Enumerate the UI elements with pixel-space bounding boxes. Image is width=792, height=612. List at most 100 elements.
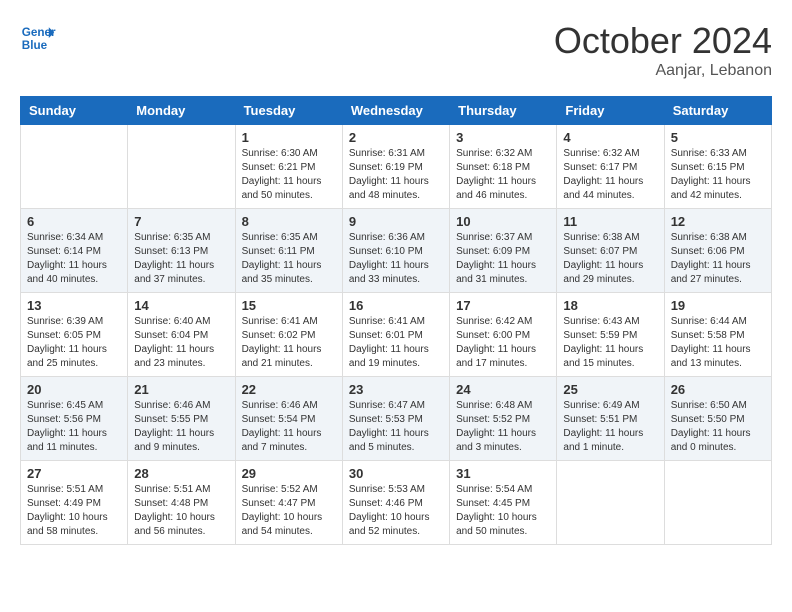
day-number: 24 <box>456 382 550 397</box>
day-info: Sunrise: 6:35 AMSunset: 6:11 PMDaylight:… <box>242 231 336 287</box>
calendar-cell: 13 Sunrise: 6:39 AMSunset: 6:05 PMDayligh… <box>21 293 128 377</box>
weekday-header-wednesday: Wednesday <box>342 97 449 125</box>
calendar-cell <box>557 461 664 545</box>
day-info: Sunrise: 6:45 AMSunset: 5:56 PMDaylight:… <box>27 399 121 455</box>
day-number: 28 <box>134 466 228 481</box>
calendar-cell: 18Sunrise: 6:43 AMSunset: 5:59 PMDayligh… <box>557 293 664 377</box>
calendar-cell: 21 Sunrise: 6:46 AMSunset: 5:55 PMDayligh… <box>128 377 235 461</box>
day-info: Sunrise: 6:41 AMSunset: 6:02 PMDaylight:… <box>242 315 336 371</box>
day-info: Sunrise: 6:39 AMSunset: 6:05 PMDaylight:… <box>27 315 121 371</box>
calendar-cell: 17 Sunrise: 6:42 AMSunset: 6:00 PMDayligh… <box>450 293 557 377</box>
logo-icon: General Blue <box>20 20 56 56</box>
weekday-header-tuesday: Tuesday <box>235 97 342 125</box>
day-number: 30 <box>349 466 443 481</box>
day-number: 4 <box>563 130 657 145</box>
day-number: 21 <box>134 382 228 397</box>
weekday-header-saturday: Saturday <box>664 97 771 125</box>
day-number: 10 <box>456 214 550 229</box>
day-number: 20 <box>27 382 121 397</box>
calendar-cell: 28Sunrise: 5:51 AMSunset: 4:48 PMDayligh… <box>128 461 235 545</box>
day-info: Sunrise: 6:30 AMSunset: 6:21 PMDaylight:… <box>242 147 336 203</box>
day-info: Sunrise: 6:38 AMSunset: 6:06 PMDaylight:… <box>671 231 765 287</box>
month-title: October 2024 <box>554 20 772 62</box>
calendar-cell: 19 Sunrise: 6:44 AMSunset: 5:58 PMDayligh… <box>664 293 771 377</box>
day-info: Sunrise: 6:33 AMSunset: 6:15 PMDaylight:… <box>671 147 765 203</box>
calendar-cell: 16 Sunrise: 6:41 AMSunset: 6:01 PMDayligh… <box>342 293 449 377</box>
day-info: Sunrise: 6:36 AMSunset: 6:10 PMDaylight:… <box>349 231 443 287</box>
day-number: 6 <box>27 214 121 229</box>
day-info: Sunrise: 6:41 AMSunset: 6:01 PMDaylight:… <box>349 315 443 371</box>
calendar-cell: 9 Sunrise: 6:36 AMSunset: 6:10 PMDaylight… <box>342 209 449 293</box>
calendar-cell: 5 Sunrise: 6:33 AMSunset: 6:15 PMDaylight… <box>664 125 771 209</box>
day-info: Sunrise: 6:48 AMSunset: 5:52 PMDaylight:… <box>456 399 550 455</box>
svg-text:Blue: Blue <box>22 39 48 52</box>
day-info: Sunrise: 5:52 AMSunset: 4:47 PMDaylight:… <box>242 483 336 539</box>
day-info: Sunrise: 6:38 AMSunset: 6:07 PMDaylight:… <box>563 231 657 287</box>
day-number: 5 <box>671 130 765 145</box>
day-number: 15 <box>242 298 336 313</box>
day-info: Sunrise: 6:32 AMSunset: 6:18 PMDaylight:… <box>456 147 550 203</box>
calendar-cell: 10 Sunrise: 6:37 AMSunset: 6:09 PMDayligh… <box>450 209 557 293</box>
weekday-header-friday: Friday <box>557 97 664 125</box>
day-number: 8 <box>242 214 336 229</box>
calendar-cell: 11 Sunrise: 6:38 AMSunset: 6:07 PMDayligh… <box>557 209 664 293</box>
day-info: Sunrise: 6:31 AMSunset: 6:19 PMDaylight:… <box>349 147 443 203</box>
calendar-cell: 20 Sunrise: 6:45 AMSunset: 5:56 PMDayligh… <box>21 377 128 461</box>
day-number: 19 <box>671 298 765 313</box>
day-number: 11 <box>563 214 657 229</box>
day-info: Sunrise: 6:46 AMSunset: 5:55 PMDaylight:… <box>134 399 228 455</box>
day-number: 17 <box>456 298 550 313</box>
day-info: Sunrise: 6:40 AMSunset: 6:04 PMDaylight:… <box>134 315 228 371</box>
calendar-cell: 30 Sunrise: 5:53 AMSunset: 4:46 PMDayligh… <box>342 461 449 545</box>
calendar-cell: 31Sunrise: 5:54 AMSunset: 4:45 PMDayligh… <box>450 461 557 545</box>
calendar-cell: 25Sunrise: 6:49 AMSunset: 5:51 PMDayligh… <box>557 377 664 461</box>
weekday-header-thursday: Thursday <box>450 97 557 125</box>
calendar-cell <box>21 125 128 209</box>
title-block: October 2024 Aanjar, Lebanon <box>554 20 772 80</box>
day-info: Sunrise: 5:54 AMSunset: 4:45 PMDaylight:… <box>456 483 550 539</box>
calendar-cell: 14 Sunrise: 6:40 AMSunset: 6:04 PMDayligh… <box>128 293 235 377</box>
day-number: 27 <box>27 466 121 481</box>
calendar-table: SundayMondayTuesdayWednesdayThursdayFrid… <box>20 96 772 545</box>
day-info: Sunrise: 6:49 AMSunset: 5:51 PMDaylight:… <box>563 399 657 455</box>
day-info: Sunrise: 6:42 AMSunset: 6:00 PMDaylight:… <box>456 315 550 371</box>
calendar-cell: 15 Sunrise: 6:41 AMSunset: 6:02 PMDayligh… <box>235 293 342 377</box>
day-number: 3 <box>456 130 550 145</box>
day-number: 16 <box>349 298 443 313</box>
day-number: 9 <box>349 214 443 229</box>
calendar-cell: 24 Sunrise: 6:48 AMSunset: 5:52 PMDayligh… <box>450 377 557 461</box>
day-info: Sunrise: 6:35 AMSunset: 6:13 PMDaylight:… <box>134 231 228 287</box>
calendar-cell: 6 Sunrise: 6:34 AMSunset: 6:14 PMDaylight… <box>21 209 128 293</box>
day-number: 13 <box>27 298 121 313</box>
day-info: Sunrise: 6:32 AMSunset: 6:17 PMDaylight:… <box>563 147 657 203</box>
calendar-cell: 7 Sunrise: 6:35 AMSunset: 6:13 PMDaylight… <box>128 209 235 293</box>
day-info: Sunrise: 6:47 AMSunset: 5:53 PMDaylight:… <box>349 399 443 455</box>
calendar-cell: 27 Sunrise: 5:51 AMSunset: 4:49 PMDayligh… <box>21 461 128 545</box>
day-info: Sunrise: 6:37 AMSunset: 6:09 PMDaylight:… <box>456 231 550 287</box>
calendar-cell: 4 Sunrise: 6:32 AMSunset: 6:17 PMDaylight… <box>557 125 664 209</box>
day-number: 22 <box>242 382 336 397</box>
day-number: 7 <box>134 214 228 229</box>
calendar-cell: 1 Sunrise: 6:30 AMSunset: 6:21 PMDaylight… <box>235 125 342 209</box>
page-header: General Blue October 2024 Aanjar, Lebano… <box>20 20 772 80</box>
calendar-cell: 22Sunrise: 6:46 AMSunset: 5:54 PMDayligh… <box>235 377 342 461</box>
day-info: Sunrise: 6:43 AMSunset: 5:59 PMDaylight:… <box>563 315 657 371</box>
day-info: Sunrise: 5:53 AMSunset: 4:46 PMDaylight:… <box>349 483 443 539</box>
calendar-cell: 3 Sunrise: 6:32 AMSunset: 6:18 PMDaylight… <box>450 125 557 209</box>
day-info: Sunrise: 6:44 AMSunset: 5:58 PMDaylight:… <box>671 315 765 371</box>
day-number: 12 <box>671 214 765 229</box>
calendar-cell: 29 Sunrise: 5:52 AMSunset: 4:47 PMDayligh… <box>235 461 342 545</box>
day-number: 1 <box>242 130 336 145</box>
day-number: 29 <box>242 466 336 481</box>
calendar-cell: 12 Sunrise: 6:38 AMSunset: 6:06 PMDayligh… <box>664 209 771 293</box>
weekday-header-sunday: Sunday <box>21 97 128 125</box>
day-number: 23 <box>349 382 443 397</box>
calendar-cell <box>128 125 235 209</box>
calendar-cell: 8 Sunrise: 6:35 AMSunset: 6:11 PMDaylight… <box>235 209 342 293</box>
weekday-header-monday: Monday <box>128 97 235 125</box>
day-info: Sunrise: 5:51 AMSunset: 4:49 PMDaylight:… <box>27 483 121 539</box>
day-info: Sunrise: 6:50 AMSunset: 5:50 PMDaylight:… <box>671 399 765 455</box>
day-info: Sunrise: 6:34 AMSunset: 6:14 PMDaylight:… <box>27 231 121 287</box>
day-number: 14 <box>134 298 228 313</box>
calendar-cell <box>664 461 771 545</box>
